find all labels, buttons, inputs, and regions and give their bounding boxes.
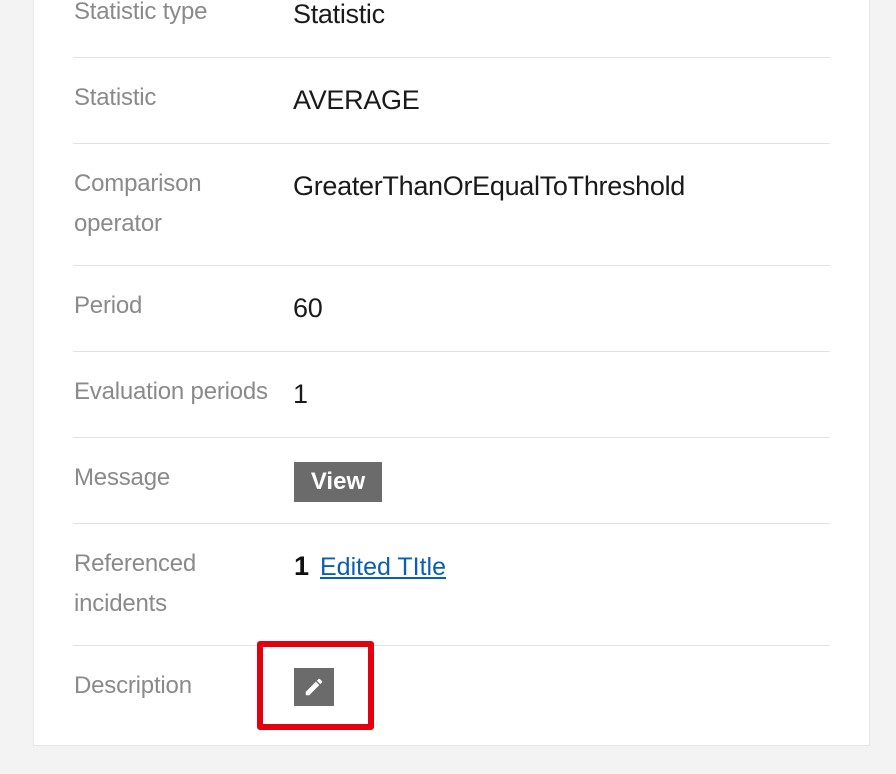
evaluation-periods-label: Evaluation periods	[74, 378, 268, 405]
comparison-operator-label: Comparison operator	[74, 164, 284, 244]
evaluation-periods-value: 1	[293, 379, 308, 409]
statistic-type-label: Statistic type	[74, 0, 208, 25]
detail-row-evaluation-periods: Evaluation periods 1	[73, 352, 830, 438]
referenced-incidents-label: Referenced incidents	[74, 544, 284, 624]
pencil-icon	[303, 676, 325, 698]
referenced-incidents-label-line1: Referenced	[74, 550, 197, 577]
detail-row-statistic-type: Statistic type Statistic	[73, 0, 830, 58]
comparison-operator-label-line2: operator	[74, 210, 162, 237]
referenced-incidents-count: 1	[294, 551, 310, 581]
detail-row-referenced-incidents: Referenced incidents 1 Edited TItle	[73, 524, 830, 646]
comparison-operator-value: GreaterThanOrEqualToThreshold	[293, 171, 686, 201]
referenced-incidents-label-line2: incidents	[74, 590, 167, 617]
statistic-label: Statistic	[74, 84, 157, 111]
detail-row-period: Period 60	[73, 266, 830, 352]
period-label: Period	[74, 292, 143, 319]
message-label: Message	[74, 464, 170, 491]
edit-description-button[interactable]	[294, 668, 334, 706]
statistic-value: AVERAGE	[293, 85, 420, 115]
detail-row-message: Message View	[73, 438, 830, 524]
statistic-type-value: Statistic	[293, 0, 385, 29]
period-value: 60	[293, 293, 323, 323]
incident-link[interactable]: Edited TItle	[320, 549, 446, 585]
comparison-operator-label-line1: Comparison	[74, 170, 202, 197]
description-label: Description	[74, 672, 192, 699]
view-message-button[interactable]: View	[294, 462, 382, 502]
detail-row-statistic: Statistic AVERAGE	[73, 58, 830, 144]
detail-row-comparison-operator: Comparison operator GreaterThanOrEqualTo…	[73, 144, 830, 266]
detail-row-description: Description	[73, 646, 830, 736]
